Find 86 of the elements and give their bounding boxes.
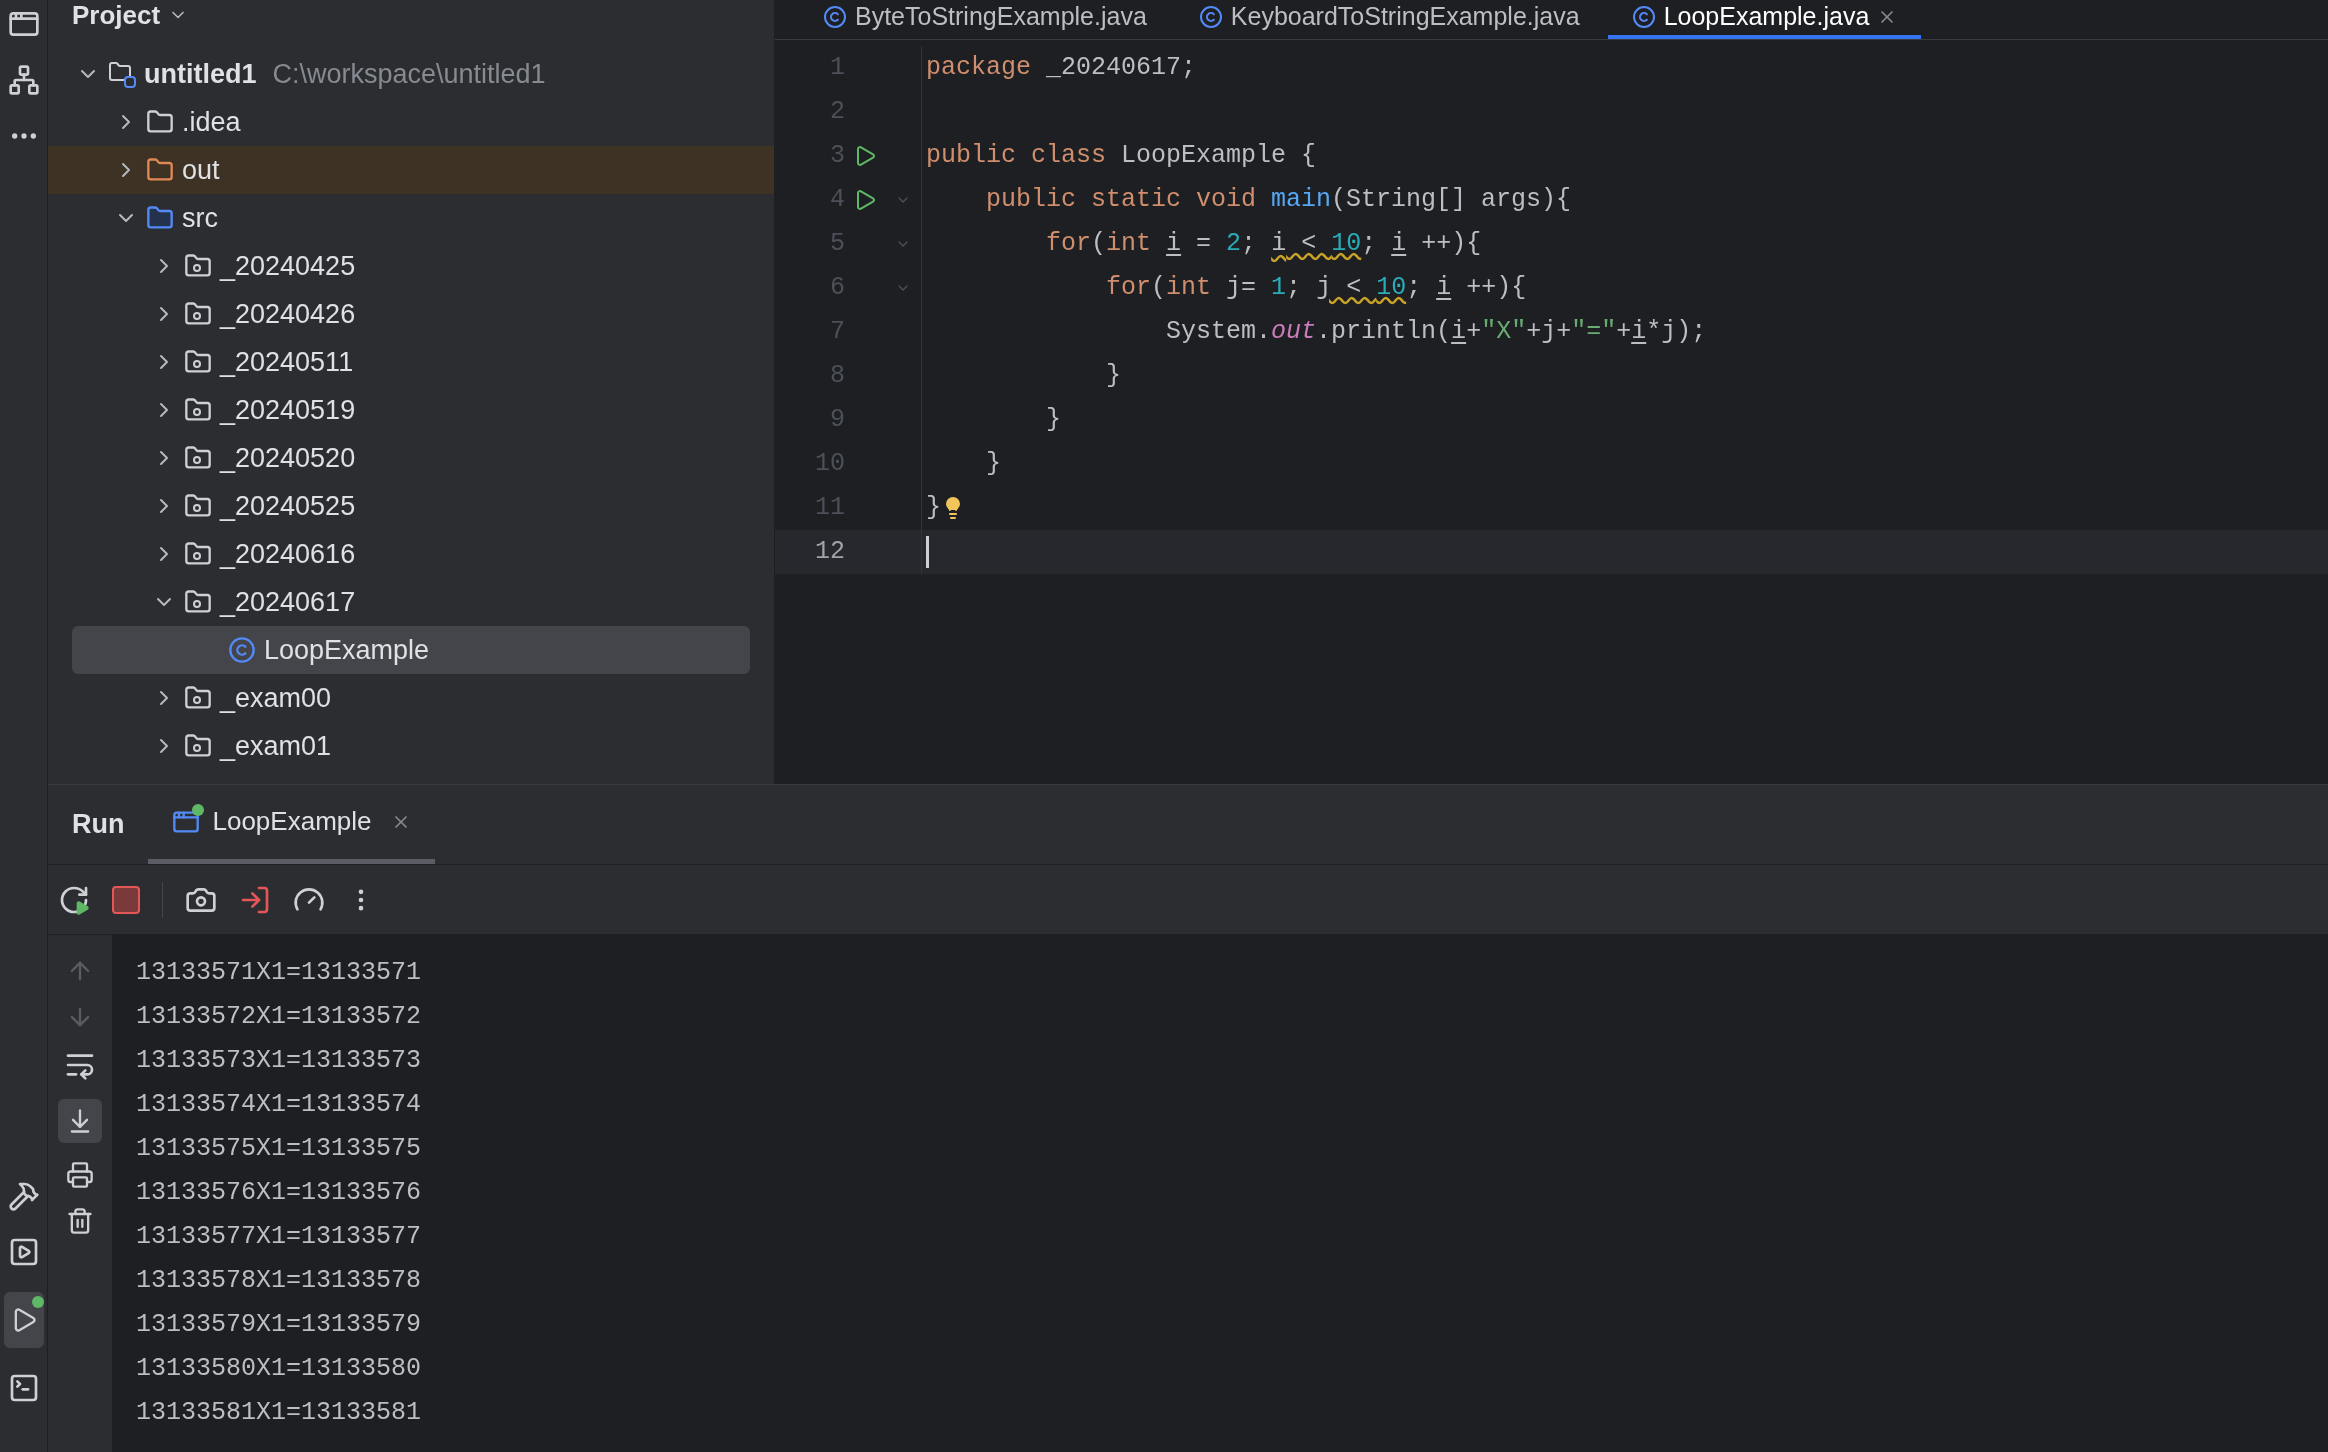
class-icon [1198, 5, 1223, 29]
tree-item-label: _20240426 [220, 297, 356, 331]
editor-tab[interactable]: LoopExample.java [1607, 0, 1922, 39]
tree-item-label: _exam01 [220, 729, 332, 763]
build-icon[interactable] [7, 1180, 40, 1212]
tree-item-label: _20240617 [220, 585, 356, 619]
tree-item-label: _20240525 [220, 489, 356, 523]
class-icon [228, 636, 256, 664]
class-icon [823, 5, 847, 29]
tree-item[interactable]: _exam00 [48, 674, 774, 722]
console-line: 13133571X1=13133571 [136, 957, 422, 989]
scroll-to-end-button[interactable] [58, 1099, 102, 1143]
code-line: System.out.println(i+"X"+j+"="+i*j); [1165, 316, 1707, 349]
tree-item[interactable]: src [48, 194, 774, 242]
package-folder-icon [184, 732, 212, 760]
tree-item-label: _20240511 [220, 345, 354, 379]
tree-item[interactable]: _20240426 [48, 290, 774, 338]
tree-item-label: _20240425 [220, 249, 356, 283]
panel-title: Project [72, 2, 161, 28]
tree-item-label: _exam00 [220, 681, 332, 715]
tree-item[interactable]: untitled1 C:\workspace\untitled1 [48, 50, 774, 98]
code-line: } [926, 492, 941, 525]
console-line: 13133579X1=13133579 [136, 1309, 422, 1341]
tree-item[interactable]: _20240425 [48, 242, 774, 290]
package-folder-icon [184, 540, 212, 568]
tree-item[interactable]: _20240519 [48, 386, 774, 434]
code-line: } [985, 448, 1001, 481]
console-line: 13133580X1=13133580 [136, 1353, 422, 1385]
tree-item[interactable]: out [48, 146, 774, 194]
package-folder-icon [184, 588, 212, 616]
package-folder-icon [184, 684, 212, 712]
print-icon[interactable] [66, 1161, 94, 1189]
console-line: 13133573X1=13133573 [136, 1045, 422, 1077]
tree-item-label: _20240616 [220, 537, 356, 571]
code-line: } [1045, 404, 1062, 437]
tree-item-label: src [182, 201, 218, 235]
folder-icon [146, 204, 174, 232]
package-folder-icon [184, 252, 212, 280]
package-folder-icon [184, 396, 212, 424]
trash-icon[interactable] [66, 1207, 94, 1235]
console-line: 13133576X1=13133576 [136, 1177, 422, 1209]
console-line: 13133581X1=13133581 [136, 1397, 422, 1429]
code-line: for(int j= 1; j < 10; i ++){ [1105, 272, 1527, 305]
editor-tab[interactable]: KeyboardToStringExample.java [1174, 0, 1604, 39]
run-tab[interactable]: LoopExample [148, 784, 436, 864]
class-icon [1631, 5, 1656, 29]
stop-icon[interactable] [112, 885, 140, 914]
console-line: 13133575X1=13133575 [136, 1133, 422, 1165]
tree-item[interactable]: _20240511 [48, 338, 774, 386]
tree-item-label: untitled1 [144, 57, 257, 91]
structure-icon[interactable] [7, 64, 40, 96]
package-folder-icon [184, 300, 212, 328]
tree-item[interactable]: _20240616 [48, 530, 774, 578]
tree-item[interactable]: _20240525 [48, 482, 774, 530]
package-folder-icon [184, 444, 212, 472]
tree-item[interactable]: _20240520 [48, 434, 774, 482]
console-line: 13133572X1=13133572 [136, 1001, 422, 1033]
tree-item-label: _20240519 [220, 393, 356, 427]
console-line: 13133577X1=13133577 [136, 1221, 422, 1253]
folder-icon [146, 108, 174, 136]
tree-item-label: out [182, 153, 220, 187]
package-folder-icon [184, 492, 212, 520]
line-number: 12 [814, 536, 845, 569]
tree-item[interactable]: _exam01 [48, 722, 774, 770]
code-line: for(int i = 2; i < 10; i ++){ [1045, 228, 1482, 261]
code-line: public class LoopExample { [926, 140, 1317, 173]
text-cursor [926, 536, 929, 568]
project-path: C:\workspace\untitled1 [272, 57, 546, 91]
tree-item-label: .idea [182, 105, 241, 139]
panel-title: Run [71, 808, 126, 842]
editor-tab[interactable]: ByteToStringExample.java [799, 0, 1171, 39]
code-line: package _20240617; [926, 52, 1197, 85]
tree-item[interactable]: LoopExample [72, 626, 750, 674]
tree-item[interactable]: .idea [48, 98, 774, 146]
tree-item-label: _20240520 [220, 441, 356, 475]
code-line: public static void main(String[] args){ [985, 184, 1572, 217]
run-tool-icon[interactable] [3, 1292, 44, 1348]
code-line: } [1105, 360, 1122, 393]
tree-item[interactable]: _20240617 [48, 578, 774, 626]
tree-item-label: LoopExample [264, 633, 430, 667]
console-line: 13133574X1=13133574 [136, 1089, 422, 1121]
project-folder-icon [108, 60, 136, 88]
package-folder-icon [184, 348, 212, 376]
console-line: 13133578X1=13133578 [136, 1265, 422, 1297]
app-running-icon [172, 807, 201, 836]
folder-icon [146, 156, 174, 184]
